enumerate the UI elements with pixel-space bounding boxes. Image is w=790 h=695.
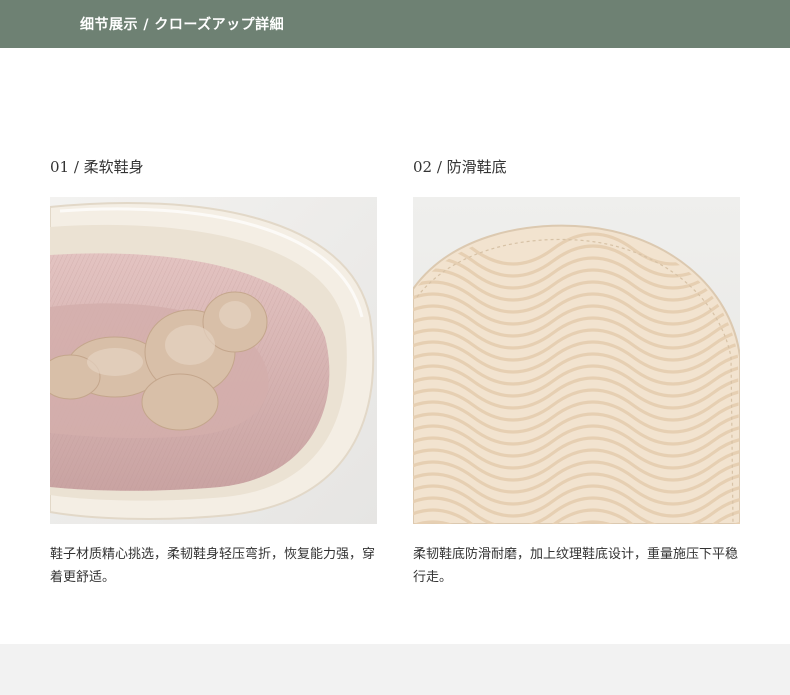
wavy-sole-photo [413,197,740,524]
detail-item-soft-body: 01 / 柔软鞋身 鞋子材质精心挑选，柔韧鞋身轻压弯折，恢复能力强，穿着更舒适。 [50,155,377,585]
header-banner: 细节展示 / クローズアップ詳細 [0,0,790,48]
detail-item-non-slip-sole: 02 / 防滑鞋底 柔韧鞋底防滑耐磨，加上纹理鞋底设计，重量施压下平稳行走。 [413,155,740,585]
detail-description: 鞋子材质精心挑选，柔韧鞋身轻压弯折，恢复能力强，穿着更舒适。 [50,547,376,585]
wavy-sole-illustration [413,197,740,524]
folded-slipper-illustration [50,197,377,524]
folded-slipper-photo [50,197,377,524]
detail-description: 柔韧鞋底防滑耐磨，加上纹理鞋底设计，重量施压下平稳行走。 [413,547,739,585]
detail-heading: 01 / 柔软鞋身 [50,158,144,176]
footer-band [0,644,790,695]
banner-title: 细节展示 / クローズアップ詳細 [80,17,285,33]
detail-heading: 02 / 防滑鞋底 [413,158,507,176]
